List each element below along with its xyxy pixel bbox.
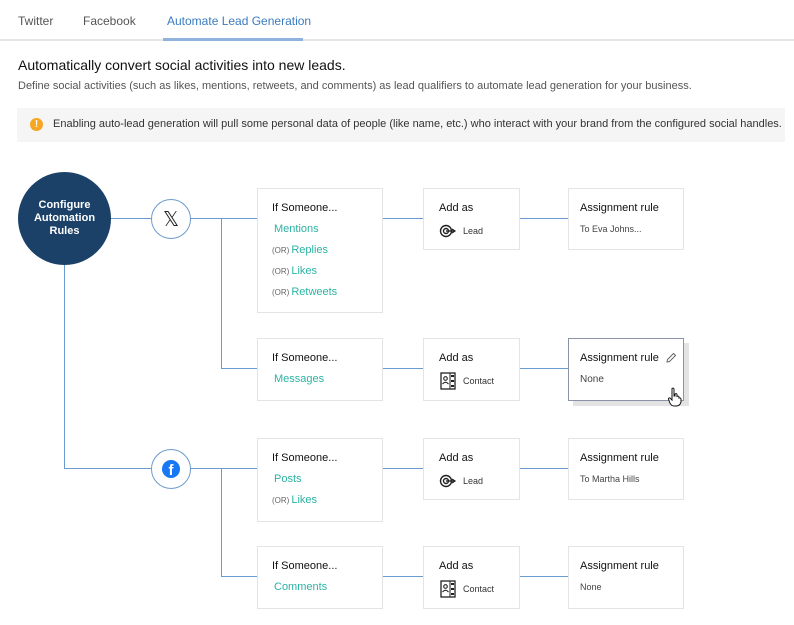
condition-card[interactable]: If Someone... Mentions (OR) Replies (OR) L…	[257, 188, 383, 313]
activity-item: Comments	[274, 581, 328, 593]
add-as-card[interactable]: Add as Contact	[423, 546, 520, 609]
tab-twitter[interactable]: Twitter	[18, 14, 53, 28]
connector	[382, 576, 424, 577]
twitter-node[interactable]: 𝕏	[151, 199, 191, 239]
activity-item: Mentions	[274, 223, 319, 235]
add-as-type: Contact	[463, 376, 495, 386]
add-as-type: Lead	[463, 476, 484, 486]
page-description: Define social activities (such as likes,…	[18, 80, 692, 92]
connector	[519, 576, 569, 577]
target-icon	[439, 473, 457, 489]
condition-title: If Someone...	[272, 560, 338, 572]
add-as-card[interactable]: Add as Lead	[423, 188, 520, 250]
condition-card[interactable]: If Someone... Posts (OR) Likes	[257, 438, 383, 522]
connector-fb-branch	[221, 468, 222, 577]
assignment-rule-card[interactable]: Assignment rule None	[568, 546, 684, 609]
edit-pencil-icon[interactable]	[665, 351, 677, 363]
assignment-rule-title: Assignment rule	[580, 452, 659, 464]
condition-title: If Someone...	[272, 352, 338, 364]
connector	[382, 218, 424, 219]
activity-item: (OR) Replies	[272, 244, 329, 256]
active-tab-indicator	[163, 38, 303, 41]
activity-item: Posts	[274, 473, 302, 485]
connector	[519, 368, 569, 369]
assignment-rule-value: To Eva Johns...	[580, 224, 642, 234]
facebook-node[interactable]: f	[151, 449, 191, 489]
connector-hub-to-x	[110, 218, 152, 219]
assignment-rule-value: To Martha Hills	[580, 474, 640, 484]
activity-item: Messages	[274, 373, 325, 385]
connector-hub-down	[64, 264, 65, 469]
connector	[382, 368, 424, 369]
add-as-card[interactable]: Add as Lead	[423, 438, 520, 500]
connector-x-to-rule1	[190, 218, 258, 219]
connector-fb-to-rule1	[190, 468, 258, 469]
connector	[382, 468, 424, 469]
assignment-rule-value: None	[580, 374, 604, 385]
tab-facebook[interactable]: Facebook	[83, 14, 136, 28]
assignment-rule-value: None	[580, 582, 602, 592]
add-as-type: Lead	[463, 226, 484, 236]
tab-automate-lead-generation[interactable]: Automate Lead Generation	[167, 14, 311, 28]
assignment-rule-title: Assignment rule	[580, 560, 659, 572]
condition-card[interactable]: If Someone... Messages	[257, 338, 383, 401]
connector-hub-to-fb	[64, 468, 152, 469]
warning-icon: !	[30, 118, 43, 131]
assignment-rule-title: Assignment rule	[580, 202, 659, 214]
assignment-rule-card[interactable]: Assignment rule To Martha Hills	[568, 438, 684, 500]
condition-title: If Someone...	[272, 202, 338, 214]
connector-x-branch	[221, 218, 222, 369]
page-title: Automatically convert social activities …	[18, 57, 346, 73]
contact-book-icon	[439, 372, 457, 390]
connector	[519, 218, 569, 219]
add-as-title: Add as	[439, 560, 474, 572]
activity-item: (OR) Likes	[272, 494, 318, 506]
configure-automation-rules-node[interactable]: Configure Automation Rules	[18, 172, 111, 265]
connector	[519, 468, 569, 469]
contact-book-icon	[439, 580, 457, 598]
activity-item: (OR) Retweets	[272, 286, 338, 298]
target-icon	[439, 223, 457, 239]
condition-title: If Someone...	[272, 452, 338, 464]
hand-pointer-cursor-icon	[667, 387, 683, 407]
add-as-title: Add as	[439, 352, 474, 364]
add-as-type: Contact	[463, 584, 495, 594]
notice-text: Enabling auto-lead generation will pull …	[53, 118, 782, 130]
assignment-rule-title: Assignment rule	[580, 352, 659, 364]
add-as-title: Add as	[439, 202, 474, 214]
add-as-card[interactable]: Add as Contact	[423, 338, 520, 401]
assignment-rule-card[interactable]: Assignment rule To Eva Johns...	[568, 188, 684, 250]
activity-item: (OR) Likes	[272, 265, 318, 277]
facebook-logo-icon: f	[162, 460, 180, 478]
connector-x-to-rule2	[221, 368, 258, 369]
x-logo-icon: 𝕏	[162, 207, 180, 231]
notice-banner: ! Enabling auto-lead generation will pul…	[17, 108, 785, 142]
condition-card[interactable]: If Someone... Comments	[257, 546, 383, 609]
connector-fb-to-rule2	[221, 576, 258, 577]
tab-bar: Twitter Facebook Automate Lead Generatio…	[0, 0, 794, 41]
add-as-title: Add as	[439, 452, 474, 464]
